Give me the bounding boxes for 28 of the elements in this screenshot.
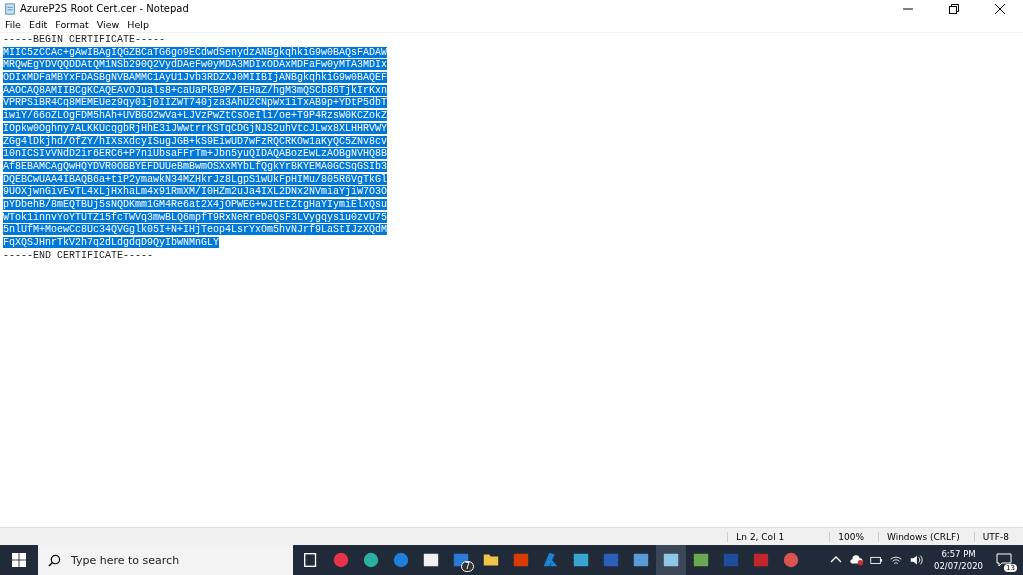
text-line: -----END CERTIFICATE----- [3,249,154,261]
clock-time: 6:57 PM [941,548,976,560]
status-item: UTF-8 [973,531,1023,542]
menu-item[interactable]: File [2,19,26,30]
status-item: Ln 2, Col 1 [727,531,830,542]
window-title: AzureP2S Root Cert.cer - Notepad [20,3,189,14]
windows-logo-icon[interactable] [12,553,26,567]
search-field[interactable]: Type here to search [69,552,273,568]
triangle-logo-icon [542,551,560,569]
search-box[interactable]: Type here to search [38,545,293,575]
text-line: -----BEGIN CERTIFICATE----- [3,34,166,45]
menu-item[interactable]: Edit [25,19,53,30]
status-item: Windows (CRLF) [877,531,974,542]
taskbar-app[interactable]: 7 [446,545,476,575]
battery-icon[interactable] [869,554,883,566]
menu-item[interactable]: Help [124,19,154,30]
search-icon[interactable] [48,553,61,567]
speaker-icon[interactable] [909,554,923,566]
clock-date: 02/07/2020 [934,560,983,572]
cloud-icon[interactable] [849,554,863,566]
menu-item[interactable]: View [93,19,125,30]
close-icon[interactable] [995,3,1005,14]
count-badge: 7 [460,561,474,572]
restore-icon[interactable] [949,3,959,14]
clock[interactable]: 6:57 PM 02/07/2020 [934,548,983,572]
menu-item[interactable]: Format [52,19,94,30]
status-item: 100% [829,531,878,542]
wifi-icon[interactable] [889,554,903,566]
